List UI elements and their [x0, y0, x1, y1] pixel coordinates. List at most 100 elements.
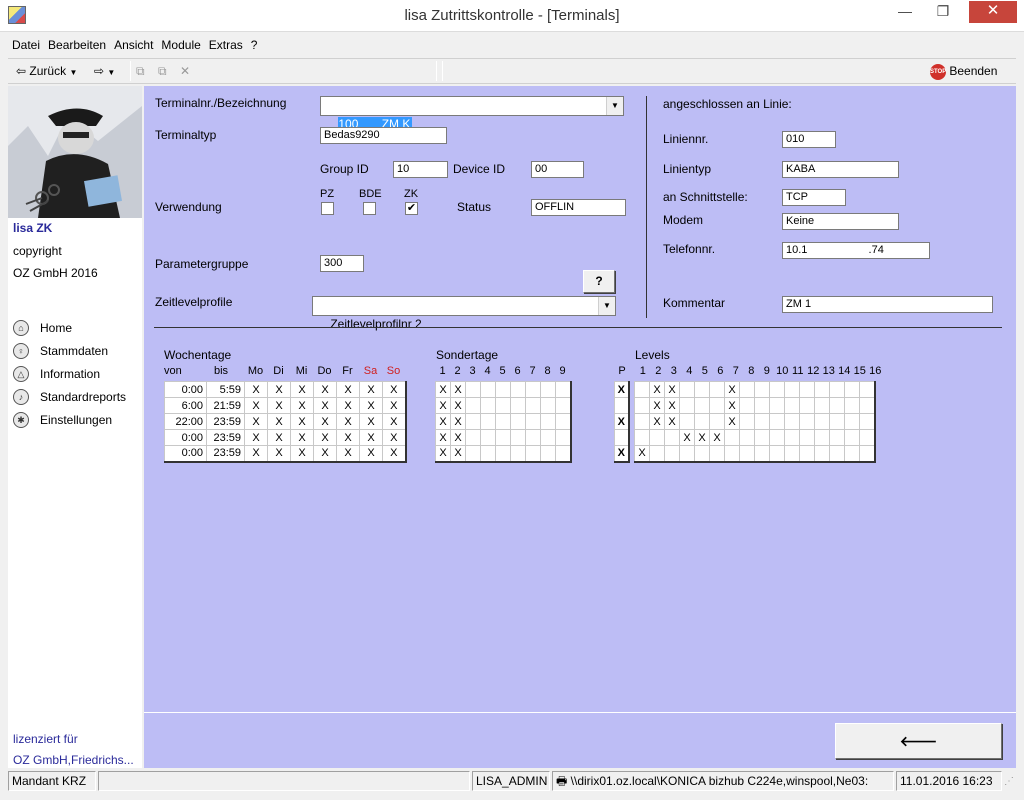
menu-module[interactable]: Module: [157, 34, 204, 56]
weekday-cell[interactable]: X: [313, 397, 337, 414]
special-day-cell[interactable]: [465, 445, 481, 462]
weekday-cell[interactable]: X: [382, 429, 406, 446]
special-day-cell[interactable]: X: [450, 445, 466, 462]
menu-extras[interactable]: Extras: [205, 34, 247, 56]
chevron-down-icon[interactable]: ▼: [606, 97, 623, 115]
level-cell[interactable]: [754, 445, 770, 462]
level-cell[interactable]: [769, 445, 785, 462]
delete-icon[interactable]: ✕: [180, 63, 190, 79]
weekday-cell[interactable]: X: [336, 445, 360, 462]
special-day-cell[interactable]: [555, 381, 571, 398]
special-day-cell[interactable]: X: [450, 429, 466, 446]
special-day-cell[interactable]: [555, 445, 571, 462]
p-cell[interactable]: X: [614, 413, 629, 430]
weekday-cell[interactable]: X: [290, 381, 314, 398]
sidebar-item-stammdaten[interactable]: ♀ Stammdaten: [8, 340, 142, 363]
level-cell[interactable]: [634, 413, 650, 430]
zk-checkbox[interactable]: ✔: [405, 202, 418, 215]
line-type-field[interactable]: KABA: [782, 161, 899, 178]
level-cell[interactable]: X: [709, 429, 725, 446]
pz-checkbox[interactable]: [321, 202, 334, 215]
level-cell[interactable]: [769, 429, 785, 446]
copy-icon[interactable]: ⧉: [136, 63, 145, 79]
level-cell[interactable]: [784, 413, 800, 430]
special-day-cell[interactable]: [495, 445, 511, 462]
weekday-cell[interactable]: X: [313, 381, 337, 398]
level-cell[interactable]: [739, 413, 755, 430]
level-cell[interactable]: [814, 445, 830, 462]
weekday-cell[interactable]: X: [382, 381, 406, 398]
level-cell[interactable]: [709, 397, 725, 414]
level-cell[interactable]: [799, 413, 815, 430]
level-cell[interactable]: [739, 397, 755, 414]
from-cell[interactable]: 0:00: [164, 445, 207, 462]
level-cell[interactable]: [784, 397, 800, 414]
level-cell[interactable]: [844, 445, 860, 462]
weekday-cell[interactable]: X: [359, 429, 383, 446]
level-cell[interactable]: [844, 381, 860, 398]
special-day-cell[interactable]: [540, 381, 556, 398]
special-day-cell[interactable]: [525, 445, 541, 462]
close-button[interactable]: ✕: [969, 1, 1017, 23]
from-cell[interactable]: 0:00: [164, 381, 207, 398]
bde-checkbox[interactable]: [363, 202, 376, 215]
special-day-cell[interactable]: [480, 445, 496, 462]
param-group-field[interactable]: 300: [320, 255, 364, 272]
weekday-cell[interactable]: X: [267, 413, 291, 430]
weekday-cell[interactable]: X: [290, 413, 314, 430]
level-cell[interactable]: [769, 381, 785, 398]
weekday-cell[interactable]: X: [382, 445, 406, 462]
level-cell[interactable]: [724, 429, 740, 446]
menu-datei[interactable]: Datei: [8, 34, 44, 56]
maximize-button[interactable]: ❐: [926, 0, 960, 24]
to-cell[interactable]: 23:59: [206, 429, 245, 446]
special-day-cell[interactable]: [495, 413, 511, 430]
level-cell[interactable]: [799, 429, 815, 446]
forward-button[interactable]: ⇨ ▼: [94, 63, 115, 81]
interface-field[interactable]: TCP: [782, 189, 846, 206]
weekday-cell[interactable]: X: [359, 445, 383, 462]
from-cell[interactable]: 22:00: [164, 413, 207, 430]
weekday-cell[interactable]: X: [336, 381, 360, 398]
level-cell[interactable]: X: [664, 397, 680, 414]
level-cell[interactable]: [739, 445, 755, 462]
weekday-cell[interactable]: X: [359, 381, 383, 398]
p-cell[interactable]: [614, 397, 629, 414]
special-day-cell[interactable]: [465, 429, 481, 446]
weekday-cell[interactable]: X: [313, 413, 337, 430]
to-cell[interactable]: 23:59: [206, 445, 245, 462]
special-day-cell[interactable]: [555, 397, 571, 414]
special-day-cell[interactable]: [495, 381, 511, 398]
level-cell[interactable]: [739, 429, 755, 446]
special-day-cell[interactable]: [525, 397, 541, 414]
level-cell[interactable]: [754, 429, 770, 446]
p-grid[interactable]: XXX: [614, 381, 630, 463]
terminal-type-field[interactable]: Bedas9290: [320, 127, 447, 144]
special-day-cell[interactable]: [555, 429, 571, 446]
special-day-cell[interactable]: [540, 445, 556, 462]
special-day-cell[interactable]: [540, 429, 556, 446]
level-cell[interactable]: [634, 429, 650, 446]
special-day-cell[interactable]: X: [435, 397, 451, 414]
modem-field[interactable]: Keine: [782, 213, 899, 230]
level-cell[interactable]: [829, 445, 845, 462]
special-day-cell[interactable]: [465, 381, 481, 398]
back-button[interactable]: ⇦ Zurück ▼: [16, 63, 77, 81]
special-day-cell[interactable]: X: [450, 413, 466, 430]
level-cell[interactable]: [829, 397, 845, 414]
menu-ansicht[interactable]: Ansicht: [110, 34, 157, 56]
special-day-cell[interactable]: [555, 413, 571, 430]
weekday-cell[interactable]: X: [382, 413, 406, 430]
special-day-cell[interactable]: [510, 381, 526, 398]
level-cell[interactable]: [829, 413, 845, 430]
level-cell[interactable]: X: [694, 429, 710, 446]
level-cell[interactable]: [679, 381, 695, 398]
level-cell[interactable]: [709, 445, 725, 462]
weekday-cell[interactable]: X: [267, 397, 291, 414]
level-cell[interactable]: X: [649, 381, 665, 398]
level-cell[interactable]: [784, 429, 800, 446]
weekday-cell[interactable]: X: [244, 445, 268, 462]
p-cell[interactable]: X: [614, 381, 629, 398]
sidebar-item-information[interactable]: △ Information: [8, 363, 142, 386]
special-day-cell[interactable]: [510, 397, 526, 414]
